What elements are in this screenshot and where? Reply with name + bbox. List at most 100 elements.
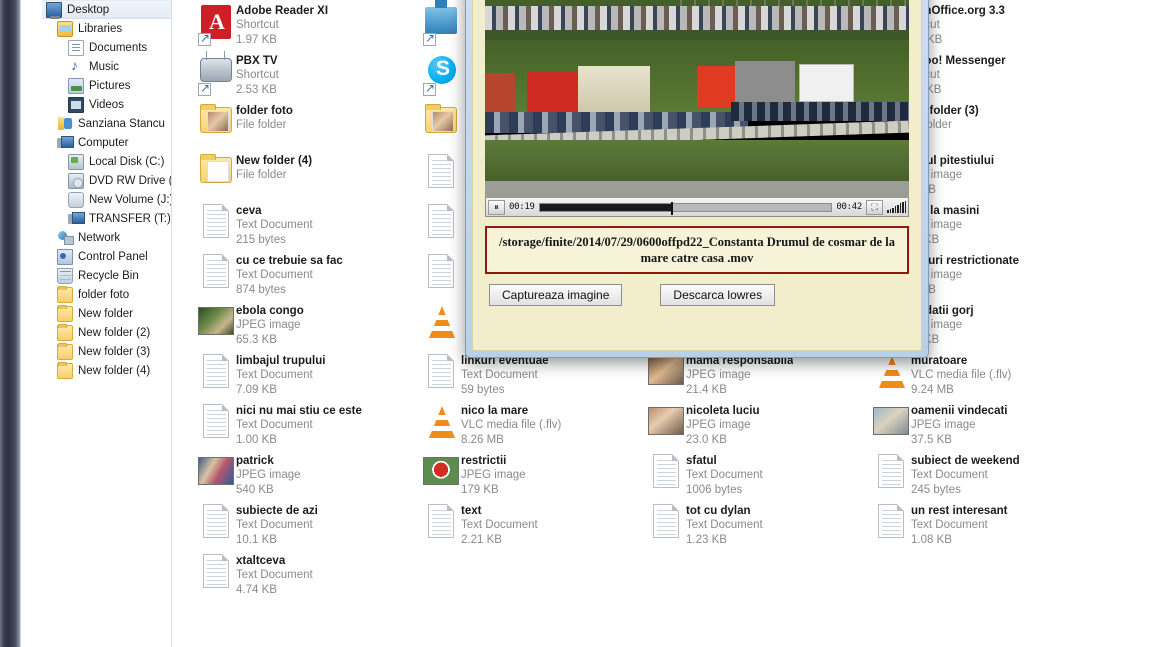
file-list-item[interactable]: PBX TV Shortcut 2.53 KB — [196, 52, 420, 102]
file-list-item[interactable]: restrictii JPEG image 179 KB — [421, 452, 645, 502]
sidebar-item-dvd-rw-drive-d[interactable]: DVD RW Drive (D:) — [42, 171, 171, 190]
file-icon-wrap — [646, 454, 686, 498]
file-list-item[interactable]: subiect de weekend Text Document 245 bytes — [871, 452, 1095, 502]
sidebar-item-documents[interactable]: Documents — [42, 38, 171, 57]
seek-progress — [539, 203, 671, 211]
file-text-block: text Text Document 2.21 KB — [461, 502, 538, 548]
sidebar-item-recycle-bin[interactable]: Recycle Bin — [42, 266, 171, 285]
file-name: patrick — [236, 455, 274, 467]
file-list-item[interactable]: un rest interesant Text Document 1.08 KB — [871, 502, 1095, 552]
file-list-item[interactable]: ceva Text Document 215 bytes — [196, 202, 420, 252]
capture-image-button[interactable]: Captureaza imagine — [489, 284, 623, 306]
sidebar-item-label: Desktop — [67, 3, 110, 16]
file-type: Shortcut — [236, 69, 279, 81]
image-thumbnail — [874, 408, 908, 434]
file-type: JPEG image — [686, 419, 751, 431]
file-icon-wrap — [196, 104, 236, 148]
sidebar-item-transfer-t[interactable]: TRANSFER (T:) — [42, 209, 171, 228]
file-icon-wrap — [196, 504, 236, 548]
video-player[interactable]: ⏸ 00:19 00:42 ⛶ — [485, 0, 909, 217]
file-size: 1006 bytes — [686, 484, 743, 496]
volume-icon[interactable] — [887, 201, 906, 213]
text-file-icon — [428, 504, 454, 538]
explorer-window: Desktop Libraries Documents Music Pictures Vi… — [21, 0, 1150, 647]
sidebar-item-label: Recycle Bin — [78, 269, 139, 282]
sidebar-item-computer[interactable]: Computer — [42, 133, 171, 152]
file-list-item[interactable]: muratoare VLC media file (.flv) 9.24 MB — [871, 352, 1095, 402]
player-control-bar[interactable]: ⏸ 00:19 00:42 ⛶ — [485, 198, 909, 217]
file-text-block: linkuri eventuae Text Document 59 bytes — [461, 352, 549, 398]
sidebar-item-videos[interactable]: Videos — [42, 95, 171, 114]
shortcut-overlay-icon — [423, 81, 436, 96]
file-name: ceva — [236, 205, 262, 217]
file-list-item[interactable]: sfatul Text Document 1006 bytes — [646, 452, 870, 502]
sidebar-item-label: folder foto — [78, 288, 130, 301]
skype-icon — [428, 56, 456, 84]
download-lowres-button[interactable]: Descarca lowres — [660, 284, 776, 306]
sidebar-item-new-folder-3[interactable]: New folder (3) — [42, 342, 171, 361]
sidebar-item-label: Computer — [78, 136, 129, 149]
sidebar-item-network[interactable]: Network — [42, 228, 171, 247]
sidebar-item-libraries[interactable]: Libraries — [42, 19, 171, 38]
file-type: Shortcut — [236, 19, 279, 31]
file-list-item[interactable]: oamenii vindecati JPEG image 37.5 KB — [871, 402, 1095, 452]
file-icon-wrap — [421, 354, 461, 398]
file-list-item[interactable]: nicoleta luciu JPEG image 23.0 KB — [646, 402, 870, 452]
file-list-item[interactable]: linkuri eventuae Text Document 59 bytes — [421, 352, 645, 402]
sidebar-item-new-volume-j[interactable]: New Volume (J:) — [42, 190, 171, 209]
file-icon-wrap — [196, 54, 236, 98]
file-list-item[interactable]: nico la mare VLC media file (.flv) 8.26 MB — [421, 402, 645, 452]
pause-button[interactable]: ⏸ — [488, 199, 505, 215]
file-list-item[interactable]: patrick JPEG image 540 KB — [196, 452, 420, 502]
file-text-block: ebola congo JPEG image 65.3 KB — [236, 302, 304, 348]
file-list-item[interactable]: nici nu mai stiu ce este Text Document 1.0… — [196, 402, 420, 452]
file-size: 37.5 KB — [911, 434, 952, 446]
sidebar-item-label: Sanziana Stancu — [78, 117, 165, 130]
sidebar-item-music[interactable]: Music — [42, 57, 171, 76]
seek-handle[interactable] — [670, 201, 673, 215]
file-type: JPEG image — [236, 469, 301, 481]
sidebar-item-label: New Volume (J:) — [89, 193, 171, 206]
file-size: 874 bytes — [236, 284, 286, 296]
media-preview-dialog[interactable]: ⏸ 00:19 00:42 ⛶ /storage/finite/2014/07/… — [465, 0, 929, 358]
file-name: limbajul trupului — [236, 355, 326, 367]
text-file-icon — [653, 454, 679, 488]
file-list-item[interactable]: limbajul trupului Text Document 7.09 KB — [196, 352, 420, 402]
sidebar-item-label: New folder (3) — [78, 345, 151, 358]
fullscreen-button[interactable]: ⛶ — [866, 199, 883, 215]
file-list-item[interactable]: tot cu dylan Text Document 1.23 KB — [646, 502, 870, 552]
pictures-icon — [68, 77, 84, 94]
video-frame[interactable] — [485, 0, 909, 198]
sidebar-item-pictures[interactable]: Pictures — [42, 76, 171, 95]
sidebar-item-new-folder-2[interactable]: New folder (2) — [42, 323, 171, 342]
navigation-pane[interactable]: Desktop Libraries Documents Music Pictures Vi… — [42, 0, 171, 647]
sidebar-item-new-folder-4[interactable]: New folder (4) — [42, 361, 171, 380]
file-name: PBX TV — [236, 55, 278, 67]
file-text-block: cu ce trebuie sa fac Text Document 874 byt… — [236, 252, 343, 298]
sidebar-item-desktop[interactable]: Desktop — [42, 0, 171, 19]
sidebar-item-label: Control Panel — [78, 250, 148, 263]
file-text-block: New folder (4) File folder — [236, 152, 312, 183]
folder-contents — [207, 161, 229, 182]
file-list-item[interactable]: folder foto File folder — [196, 102, 420, 152]
file-list-item[interactable]: cu ce trebuie sa fac Text Document 874 byt… — [196, 252, 420, 302]
sidebar-item-control-panel[interactable]: Control Panel — [42, 247, 171, 266]
hard-disk-icon — [68, 153, 84, 170]
file-list-item[interactable]: text Text Document 2.21 KB — [421, 502, 645, 552]
file-list-item[interactable]: ebola congo JPEG image 65.3 KB — [196, 302, 420, 352]
file-list-item[interactable]: New folder (4) File folder — [196, 152, 420, 202]
sidebar-item-new-folder[interactable]: New folder — [42, 304, 171, 323]
file-name: restrictii — [461, 455, 507, 467]
file-size: 23.0 KB — [686, 434, 727, 446]
file-type: Text Document — [236, 369, 313, 381]
text-file-icon — [203, 504, 229, 538]
file-list-item[interactable]: xtaltceva Text Document 4.74 KB — [196, 552, 420, 602]
sidebar-item-local-disk-c[interactable]: Local Disk (C:) — [42, 152, 171, 171]
seek-bar[interactable] — [538, 201, 833, 215]
sidebar-item-folder-foto[interactable]: folder foto — [42, 285, 171, 304]
file-list-item[interactable]: mamă responsabilă JPEG image 21.4 KB — [646, 352, 870, 402]
file-list-item[interactable]: subiecte de azi Text Document 10.1 KB — [196, 502, 420, 552]
file-list-item[interactable]: Adobe Reader XI Shortcut 1.97 KB — [196, 2, 420, 52]
sidebar-item-sanziana-stancu[interactable]: Sanziana Stancu — [42, 114, 171, 133]
sidebar-item-label: Videos — [89, 98, 124, 111]
